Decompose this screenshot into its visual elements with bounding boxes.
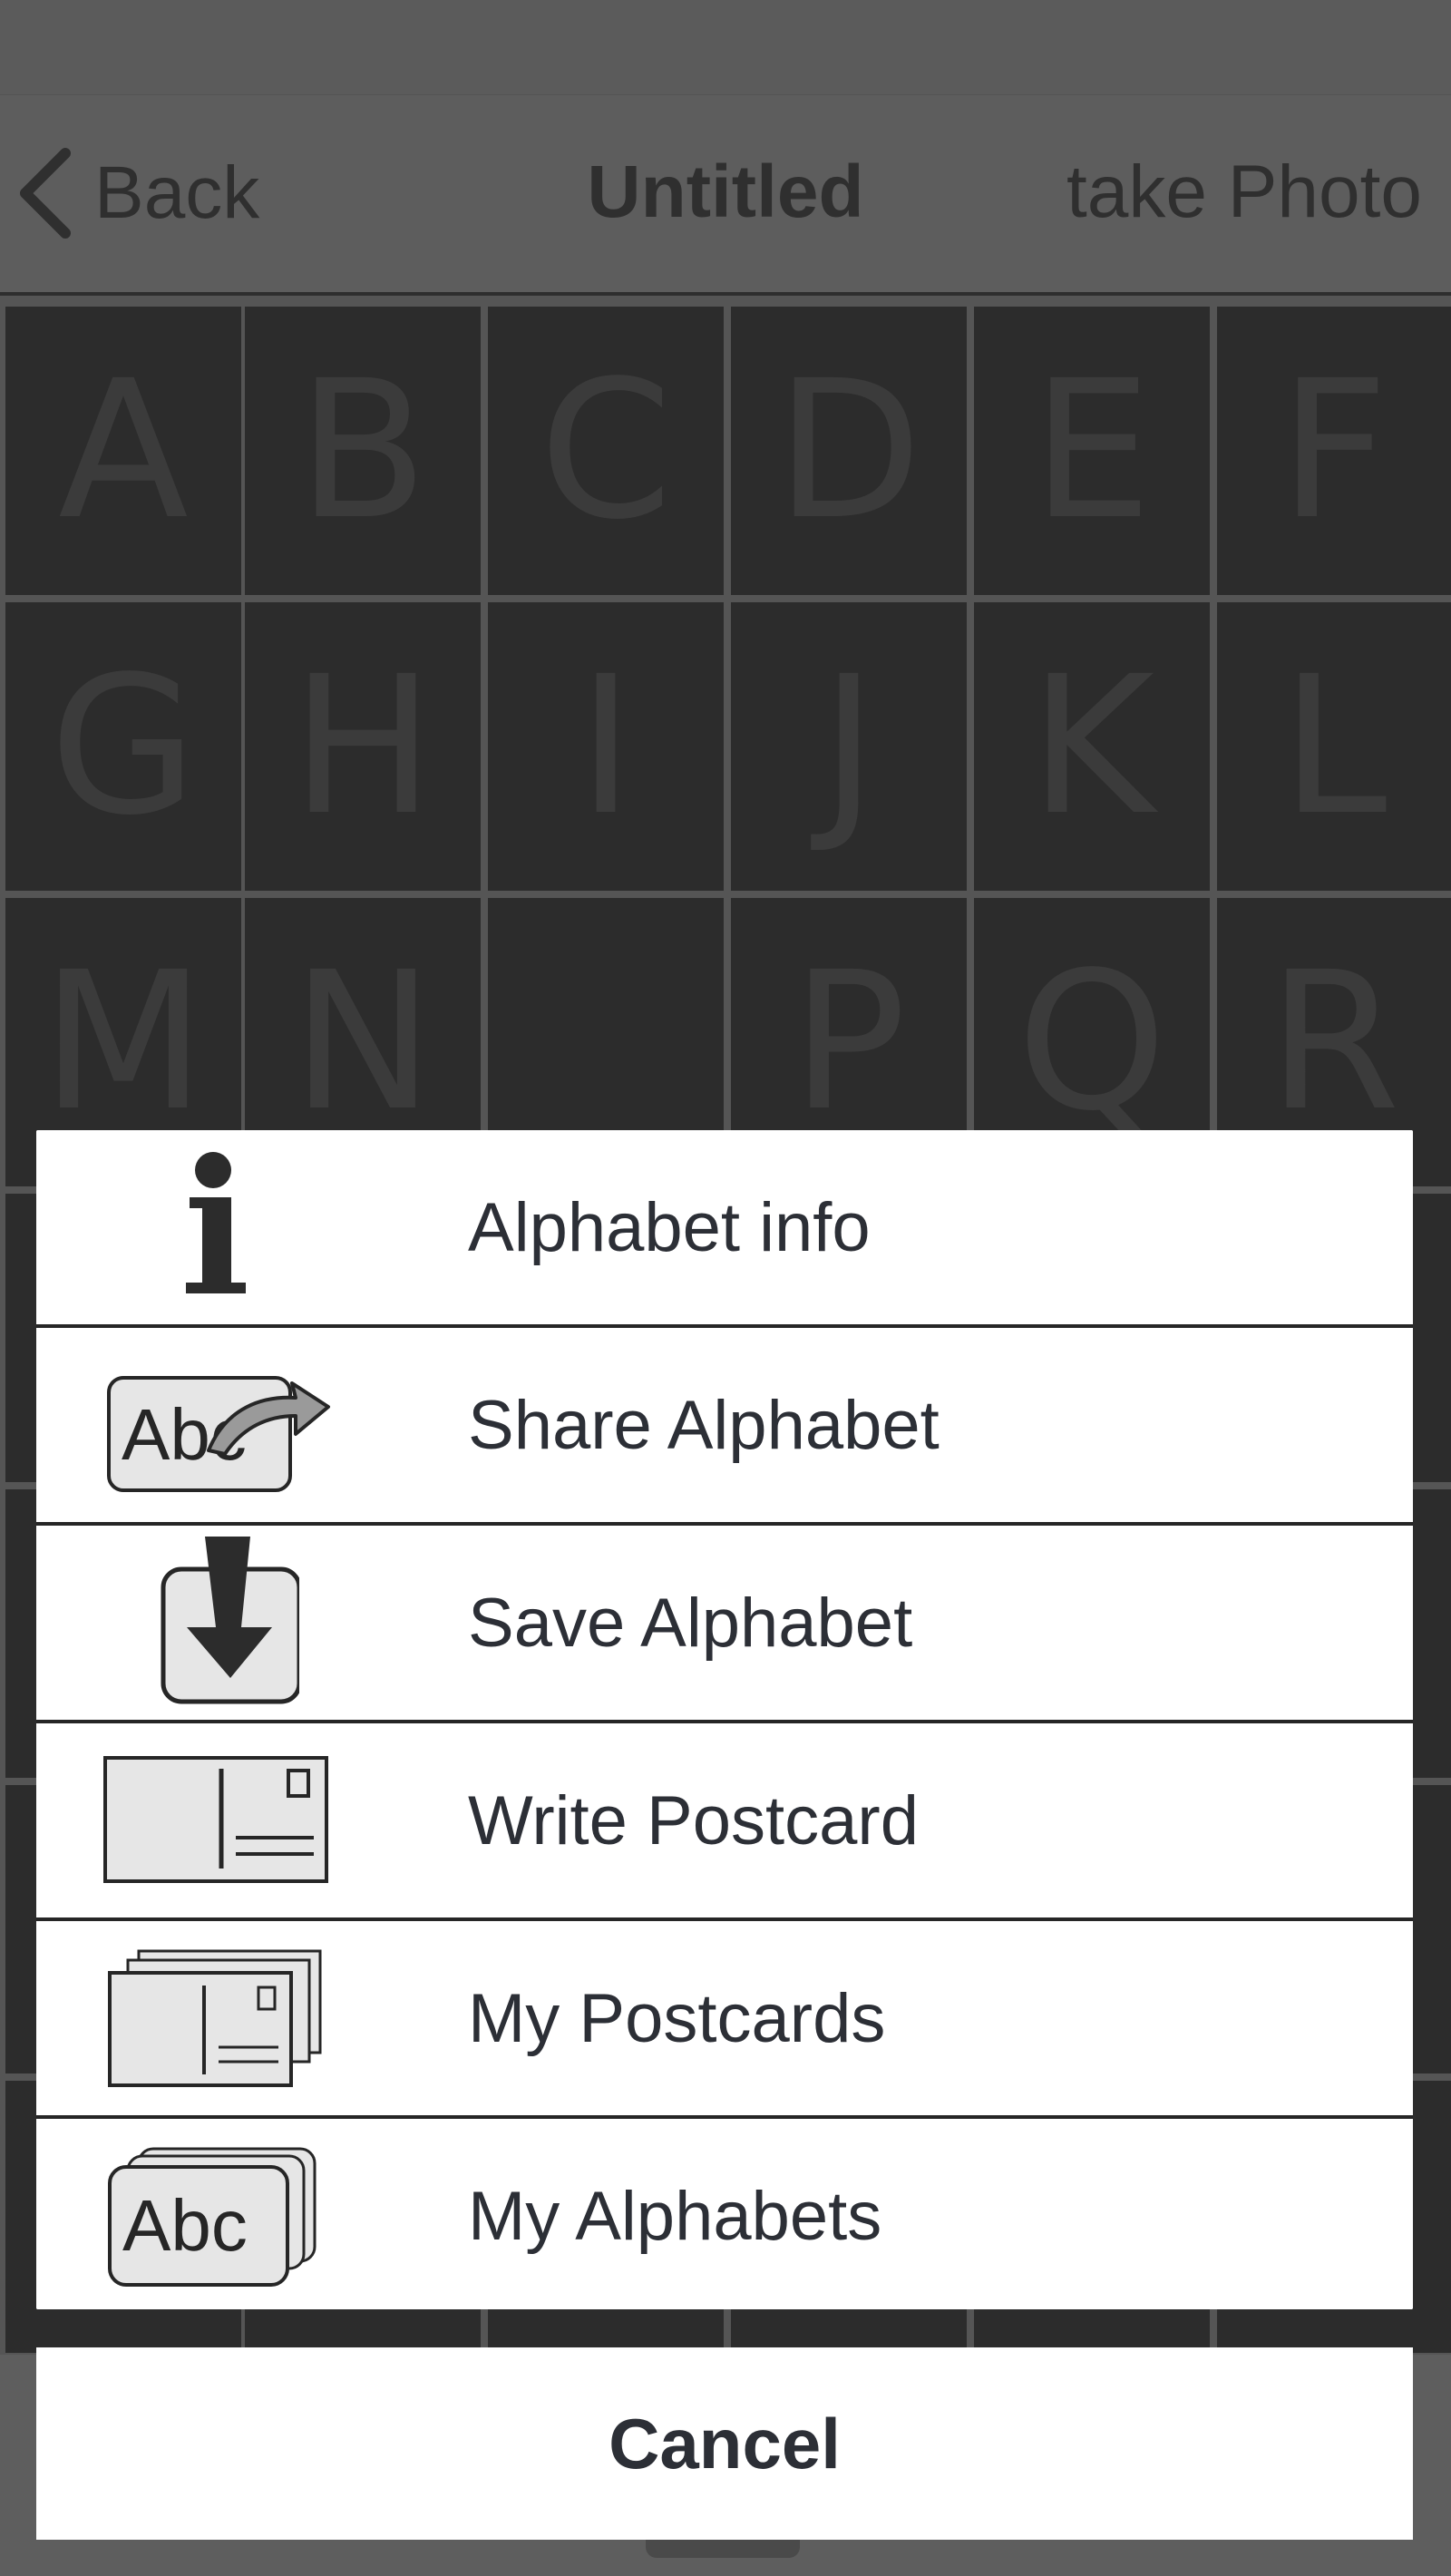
alphabet-info-button[interactable]: Alphabet info (36, 1130, 1413, 1324)
write-postcard-label: Write Postcard (468, 1781, 919, 1859)
letter-glyph: Q (1017, 931, 1167, 1153)
my-postcards-button[interactable]: My Postcards (36, 1921, 1413, 2115)
save-alphabet-button[interactable]: Save Alphabet (36, 1526, 1413, 1720)
letter-glyph: C (539, 339, 673, 561)
write-postcard-button[interactable]: Write Postcard (36, 1723, 1413, 1917)
take-photo-button[interactable]: take Photo (1066, 150, 1422, 235)
letter-glyph: N (291, 931, 434, 1153)
save-icon (36, 1526, 399, 1720)
alphabets-stack-icon: Abc (36, 2119, 399, 2309)
letter-glyph: M (41, 931, 206, 1153)
info-icon (36, 1130, 399, 1324)
letter-cell[interactable]: K (974, 602, 1210, 891)
letter-glyph: R (1268, 931, 1400, 1153)
letter-cell[interactable]: B (245, 307, 481, 595)
action-sheet: Alphabet info Abc Share Alphabet Save Al… (36, 1130, 1413, 2309)
letter-glyph: H (291, 635, 434, 857)
postcards-stack-icon (36, 1921, 399, 2115)
letter-glyph: D (775, 339, 922, 561)
letter-cell[interactable]: F (1217, 307, 1451, 595)
save-alphabet-label: Save Alphabet (468, 1584, 913, 1662)
letter-glyph: L (1281, 635, 1388, 857)
letter-glyph: B (297, 339, 429, 561)
my-alphabets-label: My Alphabets (468, 2177, 882, 2255)
letter-glyph: E (1031, 339, 1153, 561)
navigation-bar: Back Untitled take Photo (0, 94, 1451, 296)
letter-glyph: P (791, 931, 907, 1153)
alphabets-icon-text: Abc (122, 2185, 248, 2266)
letter-glyph: A (58, 339, 189, 561)
my-postcards-label: My Postcards (468, 1979, 886, 2057)
letter-cell[interactable]: L (1217, 602, 1451, 891)
alphabet-info-label: Alphabet info (468, 1188, 871, 1266)
letter-cell[interactable]: A (5, 307, 241, 595)
letter-cell[interactable]: G (5, 602, 241, 891)
status-bar (0, 0, 1451, 94)
share-alphabet-icon: Abc (36, 1328, 399, 1522)
letter-glyph: K (1029, 635, 1154, 857)
my-alphabets-button[interactable]: Abc My Alphabets (36, 2119, 1413, 2309)
letter-cell[interactable]: I (488, 602, 724, 891)
letter-cell[interactable]: D (731, 307, 967, 595)
letter-glyph: G (49, 635, 198, 857)
letter-cell[interactable]: E (974, 307, 1210, 595)
letter-glyph: I (578, 635, 634, 857)
postcard-icon (36, 1723, 399, 1917)
letter-cell[interactable]: C (488, 307, 724, 595)
letter-glyph: J (821, 635, 877, 857)
cancel-button[interactable]: Cancel (36, 2347, 1413, 2540)
letter-cell[interactable]: H (245, 602, 481, 891)
share-alphabet-label: Share Alphabet (468, 1386, 940, 1464)
letter-glyph: F (1279, 339, 1389, 561)
letter-cell[interactable]: J (731, 602, 967, 891)
share-alphabet-button[interactable]: Abc Share Alphabet (36, 1328, 1413, 1522)
